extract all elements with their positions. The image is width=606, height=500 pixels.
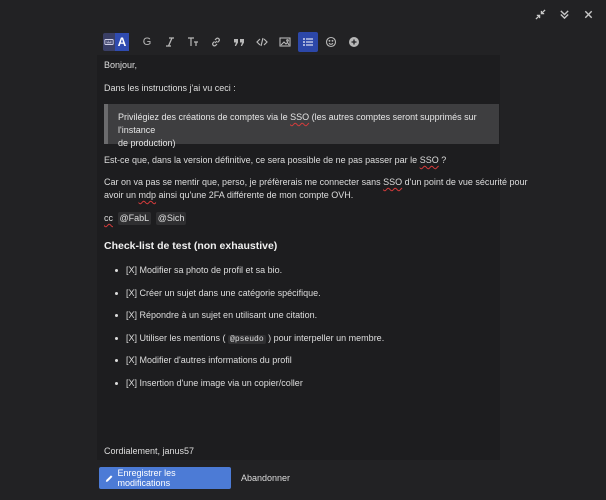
emoji-button[interactable] — [321, 32, 341, 52]
left-margin — [0, 0, 97, 500]
close-icon[interactable] — [580, 6, 596, 22]
list-item: [X] Créer un sujet dans une catégorie sp… — [114, 287, 384, 310]
blockquote: Privilégiez des créations de comptes via… — [104, 104, 499, 148]
rich-text-icon: A — [115, 33, 129, 51]
quote-line-2: de production) — [118, 138, 176, 148]
bullet-list-button[interactable] — [298, 32, 318, 52]
signature-text: Cordialement, janus57 — [104, 446, 195, 456]
checklist: [X] Modifier sa photo de profil et sa bi… — [114, 264, 384, 400]
list-item: [X] Modifier sa photo de profil et sa bi… — [114, 264, 384, 287]
cc-line: cc @FabL @Sich — [104, 212, 187, 225]
keyboard-icon — [103, 33, 115, 51]
list-item: [X] Insertion d'une image via un copier/… — [114, 377, 384, 400]
save-button[interactable]: Enregistrer les modifications — [99, 467, 231, 489]
greeting-text: Bonjour, — [104, 60, 138, 70]
pencil-icon — [105, 474, 113, 482]
composer-panel: A G Bonjour, Dans les instructions j'ai … — [0, 0, 606, 500]
intro-text: Dans les instructions j'ai vu ceci : — [104, 83, 236, 93]
text-size-button[interactable] — [183, 32, 203, 52]
add-icon[interactable] — [344, 32, 364, 52]
question-text: Est-ce que, dans la version définitive, … — [104, 155, 447, 165]
quote-button[interactable] — [229, 32, 249, 52]
collapse-icon[interactable] — [532, 6, 548, 22]
mention-fabl[interactable]: @FabL — [117, 212, 152, 225]
double-chevron-down-icon[interactable] — [556, 6, 572, 22]
code-button[interactable] — [252, 32, 272, 52]
list-item: [X] Utiliser les mentions ( @pseudo ) po… — [114, 332, 384, 355]
paragraph-line-1: Car on va pas se mentir que, perso, je p… — [104, 177, 528, 187]
footer-actions: Enregistrer les modifications Abandonner — [99, 467, 290, 489]
editor-toolbar: A G — [98, 31, 500, 53]
italic-button[interactable] — [160, 32, 180, 52]
paragraph-line-2: avoir un mdp ainsi qu'une 2FA différente… — [104, 190, 354, 200]
link-button[interactable] — [206, 32, 226, 52]
list-item: [X] Répondre à un sujet en utilisant une… — [114, 309, 384, 332]
quote-line-1: Privilégiez des créations de comptes via… — [118, 112, 477, 135]
cc-label: cc — [104, 213, 113, 223]
rich-text-toggle[interactable]: A — [103, 33, 129, 51]
cancel-button[interactable]: Abandonner — [241, 473, 290, 483]
checklist-heading: Check-list de test (non exhaustive) — [104, 240, 278, 252]
mention-sich[interactable]: @Sich — [155, 212, 187, 225]
bold-button[interactable]: G — [137, 32, 157, 52]
inline-code: @pseudo — [228, 334, 266, 344]
right-margin — [500, 0, 606, 500]
window-controls — [532, 6, 596, 22]
list-item: [X] Modifier d'autres informations du pr… — [114, 354, 384, 377]
editor-area[interactable]: Bonjour, Dans les instructions j'ai vu c… — [97, 55, 527, 460]
image-button[interactable] — [275, 32, 295, 52]
